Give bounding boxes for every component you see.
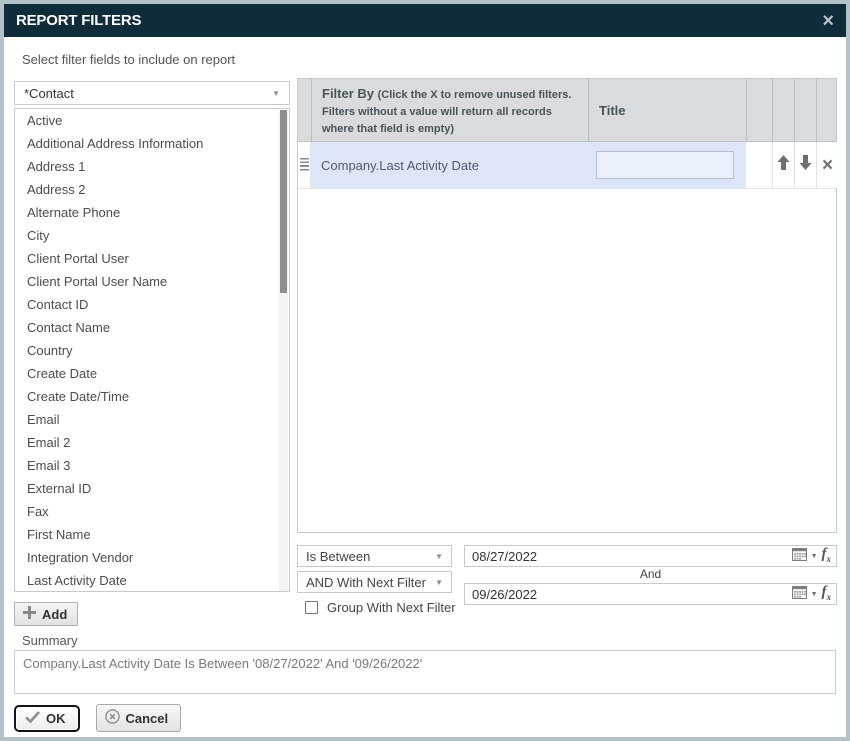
field-list-item[interactable]: Country: [15, 339, 289, 362]
field-list: Active Additional Address Information Ad…: [14, 108, 290, 592]
arrow-up-icon: [777, 155, 790, 175]
summary-text: Company.Last Activity Date Is Between '0…: [14, 650, 836, 694]
dialog-titlebar: REPORT FILTERS ×: [4, 4, 846, 37]
filter-title-input[interactable]: [596, 151, 734, 179]
dialog-subtitle: Select filter fields to include on repor…: [22, 52, 235, 67]
contact-table-select[interactable]: *Contact ▼: [14, 81, 290, 105]
chevron-down-icon[interactable]: ▼: [811, 591, 818, 598]
filters-table-header: Filter By (Click the X to remove unused …: [298, 79, 836, 142]
drag-handle-icon: [300, 158, 309, 172]
remove-x-icon: ×: [822, 156, 833, 175]
summary-label: Summary: [22, 633, 78, 648]
header-spacer-column: [746, 79, 772, 141]
add-button[interactable]: Add: [14, 602, 78, 626]
field-list-item[interactable]: Create Date: [15, 362, 289, 385]
field-list-scrollbar[interactable]: [279, 110, 288, 592]
field-list-item[interactable]: Fax: [15, 500, 289, 523]
operator-select[interactable]: Is Between ▼: [297, 545, 452, 567]
field-list-item[interactable]: Last Activity Date: [15, 569, 289, 592]
filter-row-field[interactable]: Company.Last Activity Date: [311, 142, 588, 188]
circle-x-icon: [105, 709, 120, 727]
group-with-next-filter[interactable]: Group With Next Filter: [305, 600, 456, 615]
and-label: And: [464, 567, 837, 581]
field-list-item[interactable]: Active: [15, 109, 289, 132]
remove-filter-button[interactable]: ×: [816, 142, 838, 188]
cancel-button[interactable]: Cancel: [96, 704, 182, 732]
field-list-item[interactable]: Address 1: [15, 155, 289, 178]
group-with-next-filter-checkbox[interactable]: [305, 601, 318, 614]
header-remove-column: [816, 79, 838, 141]
field-list-item[interactable]: Email 3: [15, 454, 289, 477]
chevron-down-icon[interactable]: ▼: [811, 553, 818, 560]
field-list-item[interactable]: Client Portal User Name: [15, 270, 289, 293]
calendar-icon[interactable]: [792, 547, 807, 566]
filter-row: Company.Last Activity Date ×: [298, 142, 836, 189]
ok-button[interactable]: OK: [14, 705, 80, 732]
header-move-up-column: [772, 79, 794, 141]
row-drag-handle[interactable]: [298, 142, 311, 188]
field-list-item[interactable]: Additional Address Information: [15, 132, 289, 155]
move-up-button[interactable]: [772, 142, 794, 188]
field-list-item[interactable]: Email: [15, 408, 289, 431]
field-list-scrollbar-thumb[interactable]: [280, 110, 287, 293]
field-list-item[interactable]: Contact ID: [15, 293, 289, 316]
move-down-button[interactable]: [794, 142, 816, 188]
header-title: Title: [588, 79, 746, 141]
calendar-icon[interactable]: [792, 585, 807, 604]
field-list-item[interactable]: Contact Name: [15, 316, 289, 339]
field-list-item[interactable]: Integration Vendor: [15, 546, 289, 569]
check-icon: [25, 711, 40, 726]
row-spacer-cell: [746, 142, 772, 188]
dialog-footer: OK Cancel: [14, 704, 181, 732]
chevron-down-icon: ▼: [435, 552, 443, 561]
conjunction-select[interactable]: AND With Next Filter ▼: [297, 571, 452, 593]
header-handle-column: [298, 79, 311, 141]
cancel-button-label: Cancel: [126, 711, 169, 726]
header-filter-by: Filter By (Click the X to remove unused …: [311, 79, 588, 141]
field-list-item[interactable]: City: [15, 224, 289, 247]
field-list-item[interactable]: Client Portal User: [15, 247, 289, 270]
chevron-down-icon: ▼: [435, 578, 443, 587]
add-button-label: Add: [42, 607, 67, 622]
field-list-item[interactable]: External ID: [15, 477, 289, 500]
header-move-down-column: [794, 79, 816, 141]
field-list-item[interactable]: Alternate Phone: [15, 201, 289, 224]
conjunction-select-value: AND With Next Filter: [306, 575, 426, 590]
chevron-down-icon: ▼: [272, 89, 280, 98]
formula-fx-icon[interactable]: fx: [822, 585, 832, 604]
close-icon[interactable]: ×: [822, 11, 834, 31]
date-from-input[interactable]: [470, 548, 792, 565]
field-list-item[interactable]: Email 2: [15, 431, 289, 454]
filters-table: Filter By (Click the X to remove unused …: [297, 78, 837, 533]
field-list-item[interactable]: Address 2: [15, 178, 289, 201]
dialog-title: REPORT FILTERS: [16, 12, 141, 29]
filter-by-label: Filter By: [322, 86, 374, 101]
date-to-input[interactable]: [470, 586, 792, 603]
formula-fx-icon[interactable]: fx: [822, 547, 832, 566]
group-with-next-filter-label: Group With Next Filter: [327, 600, 456, 615]
ok-button-label: OK: [46, 711, 66, 726]
report-filters-dialog: REPORT FILTERS × Select filter fields to…: [0, 0, 850, 741]
filter-row-title-cell: [588, 142, 746, 188]
date-to-field: ▼ fx: [464, 583, 837, 605]
date-from-field: ▼ fx: [464, 545, 837, 567]
field-list-item[interactable]: Create Date/Time: [15, 385, 289, 408]
arrow-down-icon: [799, 155, 812, 175]
plus-icon: [23, 606, 36, 622]
contact-table-select-value: *Contact: [24, 86, 74, 101]
field-list-item[interactable]: First Name: [15, 523, 289, 546]
operator-select-value: Is Between: [306, 549, 370, 564]
